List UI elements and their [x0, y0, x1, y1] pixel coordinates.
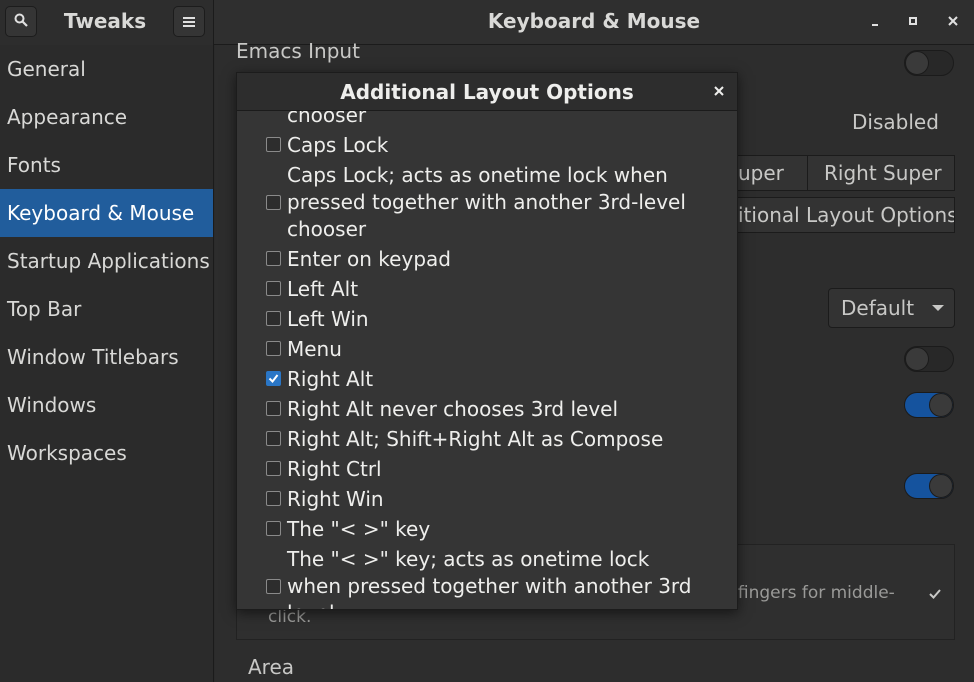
additional-layout-options-button[interactable]: itional Layout Options — [715, 197, 955, 233]
dialog-close-button[interactable] — [709, 81, 729, 101]
minimize-button[interactable] — [863, 10, 887, 34]
switch-knob — [929, 474, 953, 498]
option-checkbox[interactable] — [266, 521, 281, 536]
minimize-icon — [870, 14, 880, 30]
sidebar-item-fonts[interactable]: Fonts — [0, 141, 213, 189]
dialog-title: Additional Layout Options — [340, 80, 634, 104]
option-label: Right Alt never chooses 3rd level — [287, 397, 619, 421]
sidebar-item-keyboard-mouse[interactable]: Keyboard & Mouse — [0, 189, 213, 237]
option-label: Left Win — [287, 307, 369, 331]
option-checkbox[interactable] — [266, 341, 281, 356]
hamburger-menu-icon — [183, 12, 195, 31]
touchpad-option-text-2: click. — [268, 607, 312, 627]
option-checkbox-checked[interactable] — [266, 371, 281, 386]
sidebar-item-windows[interactable]: Windows — [0, 381, 213, 429]
option-label: Enter on keypad — [287, 247, 451, 271]
toggle-switch-3[interactable] — [904, 473, 954, 499]
sidebar-item-general[interactable]: General — [0, 45, 213, 93]
area-label: Area — [248, 655, 295, 679]
option-label: Right Win — [287, 487, 384, 511]
close-window-button[interactable] — [941, 10, 965, 34]
right-super-option[interactable]: Right Super — [807, 155, 955, 191]
window-title: Keyboard & Mouse — [487, 9, 701, 33]
option-checkbox[interactable] — [266, 461, 281, 476]
app-title: Tweaks — [63, 9, 147, 33]
sidebar-header: Tweaks — [0, 0, 214, 45]
header-bar: Tweaks Keyboard & Mouse — [0, 0, 974, 45]
switch-knob — [929, 393, 953, 417]
maximize-button[interactable] — [901, 10, 925, 34]
checkmark-icon — [928, 585, 942, 604]
sidebar-item-startup-applications[interactable]: Startup Applications — [0, 237, 213, 285]
sidebar-item-top-bar[interactable]: Top Bar — [0, 285, 213, 333]
sidebar-item-window-titlebars[interactable]: Window Titlebars — [0, 333, 213, 381]
switch-knob — [905, 51, 929, 75]
menu-button[interactable] — [173, 6, 205, 37]
option-checkbox[interactable] — [266, 195, 281, 210]
option-checkbox[interactable] — [266, 579, 281, 594]
option-label: The "< >" key; acts as onetime lock when… — [287, 547, 692, 609]
acceleration-profile-dropdown[interactable]: Default — [828, 288, 955, 328]
overview-shortcut-value: Disabled — [852, 110, 939, 134]
maximize-icon — [908, 14, 918, 30]
option-checkbox[interactable] — [266, 491, 281, 506]
search-button[interactable] — [5, 6, 37, 37]
toggle-switch-2[interactable] — [904, 392, 954, 418]
partial-option-label: chooser — [287, 111, 367, 127]
option-checkbox[interactable] — [266, 431, 281, 446]
chevron-down-icon — [932, 305, 944, 311]
acceleration-profile-value: Default — [841, 296, 915, 320]
close-icon — [948, 14, 958, 30]
sidebar-item-workspaces[interactable]: Workspaces — [0, 429, 213, 477]
option-label: Right Ctrl — [287, 457, 382, 481]
option-checkbox[interactable] — [266, 281, 281, 296]
option-checkbox[interactable] — [266, 137, 281, 152]
option-label: Menu — [287, 337, 342, 361]
additional-layout-options-dialog: Additional Layout Options chooser Caps L… — [236, 72, 738, 610]
switch-knob — [905, 347, 929, 371]
emacs-input-switch[interactable] — [904, 50, 954, 76]
option-label: Right Alt — [287, 367, 374, 391]
checkmark-icon — [268, 374, 279, 384]
option-label: The "< >" key — [287, 517, 431, 541]
option-checkbox[interactable] — [266, 311, 281, 326]
option-label: Caps Lock — [287, 133, 389, 157]
option-checkbox[interactable] — [266, 251, 281, 266]
search-icon — [14, 12, 28, 31]
option-label: Right Alt; Shift+Right Alt as Compose — [287, 427, 664, 451]
options-list[interactable]: chooser Caps Lock Caps Lock; acts as one… — [237, 111, 737, 609]
option-label: Left Alt — [287, 277, 359, 301]
sidebar-item-appearance[interactable]: Appearance — [0, 93, 213, 141]
toggle-switch-1[interactable] — [904, 346, 954, 372]
dialog-header: Additional Layout Options — [237, 73, 737, 111]
emacs-input-label: Emacs Input — [236, 39, 360, 63]
option-label: Caps Lock; acts as onetime lock when pre… — [287, 163, 686, 241]
close-icon — [714, 81, 724, 100]
touchpad-option-text: e fingers for middle- — [722, 583, 895, 603]
option-checkbox[interactable] — [266, 401, 281, 416]
sidebar: General Appearance Fonts Keyboard & Mous… — [0, 45, 214, 682]
